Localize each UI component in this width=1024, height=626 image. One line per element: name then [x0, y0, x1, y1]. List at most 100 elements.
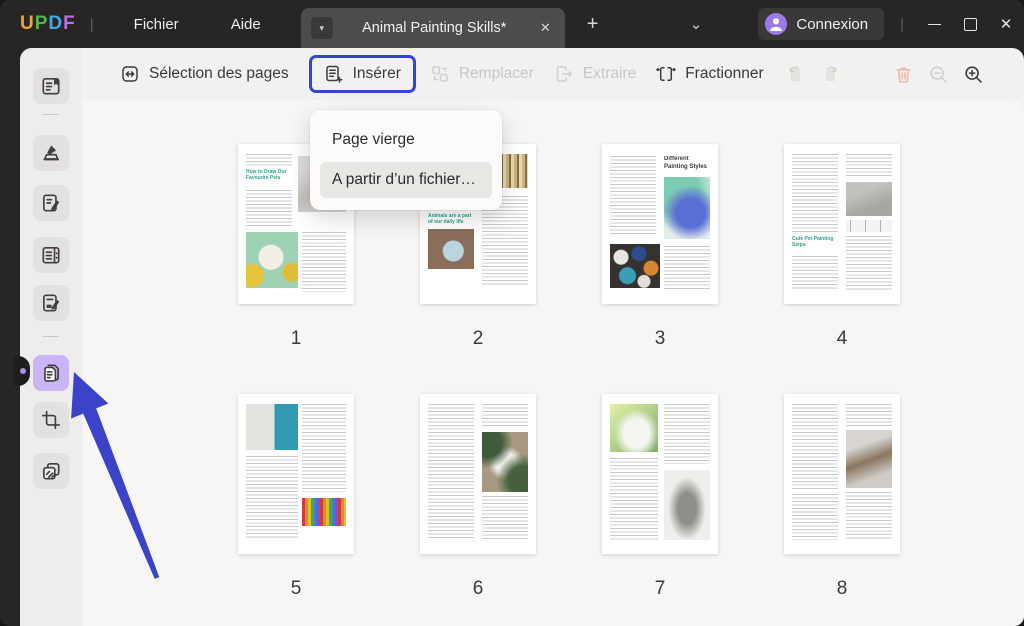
page-thumbnail-3[interactable]: Different Painting Styles: [602, 144, 718, 304]
page-number: 3: [655, 328, 666, 350]
annotate-icon: [40, 142, 62, 164]
sidebar-item-reader[interactable]: [33, 68, 69, 104]
thumb-text-block: [302, 232, 346, 292]
thumb-text-block: [664, 404, 710, 464]
maximize-button[interactable]: [952, 4, 988, 44]
page-cell: 5: [205, 388, 387, 626]
page-thumbnail-5[interactable]: [238, 394, 354, 554]
page-thumbnail-6[interactable]: [420, 394, 536, 554]
menu-item-from-file[interactable]: A partir d’un fichier…: [320, 162, 492, 198]
rainbow-pencils-photo: [302, 498, 346, 526]
page-cell: Cute Pet Painting Steps 4: [751, 138, 933, 388]
connexion-button[interactable]: Connexion: [758, 8, 884, 40]
page-cell: 7: [569, 388, 751, 626]
zoom-out-icon: [928, 64, 949, 85]
page-cell: 6: [387, 388, 569, 626]
page-number: 6: [473, 578, 484, 600]
sculpture-door-photo: [246, 404, 298, 450]
new-tab-button[interactable]: +: [579, 13, 607, 36]
page-thumbnail-4[interactable]: Cute Pet Painting Steps: [784, 144, 900, 304]
menu-aide[interactable]: Aide: [205, 8, 287, 41]
thumb-heading: Cute Pet Painting Steps: [792, 236, 838, 252]
thumb-text-block: [246, 154, 292, 166]
thumb-heading: Different Painting Styles: [664, 156, 710, 173]
logo-letter: P: [35, 13, 49, 35]
sidebar-item-forms[interactable]: [33, 237, 69, 273]
logo-letter: U: [20, 13, 35, 35]
menu-fichier[interactable]: Fichier: [108, 8, 205, 41]
horse-sketch-image: [846, 430, 892, 488]
trash-icon: [893, 64, 914, 85]
rotate-left-button: [784, 63, 806, 85]
insert-button[interactable]: Insérer: [309, 55, 416, 93]
sidebar: [20, 48, 82, 626]
sidebar-item-edit[interactable]: [33, 185, 69, 221]
page-cell: 8: [751, 388, 933, 626]
reader-icon: [40, 75, 62, 97]
thumb-text-block: [792, 256, 838, 290]
paint-pots-photo: [610, 244, 660, 288]
thumb-text-block: [846, 404, 892, 426]
extract-button: Extraire: [554, 64, 636, 84]
sidebar-divider: [43, 114, 59, 115]
thumb-text-block: [428, 404, 474, 540]
thumb-text-block: [302, 404, 346, 492]
thumb-text-block: [846, 492, 892, 540]
minimize-button[interactable]: [916, 4, 952, 44]
updf-window: U P D F | Fichier Aide ▾ Animal Painting…: [0, 0, 1024, 626]
rabbit-photo: [610, 404, 658, 452]
page-thumbnail-8[interactable]: [784, 394, 900, 554]
extract-label: Extraire: [583, 65, 636, 83]
titlebar-divider: |: [90, 16, 94, 33]
delete-page-button: [893, 64, 914, 85]
split-label: Fractionner: [685, 65, 763, 83]
thumb-heading: Animals are a part of our daily life: [428, 213, 474, 226]
titlebar: U P D F | Fichier Aide ▾ Animal Painting…: [0, 0, 1024, 48]
replace-button: Remplacer: [430, 64, 534, 84]
page-number: 4: [837, 328, 848, 350]
page-thumbnail-7[interactable]: [602, 394, 718, 554]
desk-photo: [482, 432, 528, 492]
thumb-text-block: [792, 154, 838, 232]
page-cell: Different Painting Styles 3: [569, 138, 751, 388]
rotate-right-button: [820, 63, 842, 85]
document-tab[interactable]: ▾ Animal Painting Skills* ✕: [301, 8, 565, 48]
minimize-icon: [928, 24, 941, 25]
logo-letter: F: [63, 13, 76, 35]
close-button[interactable]: ✕: [988, 4, 1024, 44]
rabbit-sketch-image: [664, 470, 710, 540]
sidebar-item-sign[interactable]: [33, 285, 69, 321]
sidebar-item-crop[interactable]: [33, 402, 69, 438]
updf-logo: U P D F: [20, 13, 76, 35]
thumb-text-block: [610, 458, 658, 540]
window-controls-divider: |: [900, 16, 904, 33]
insert-dropdown-menu: Page vierge A partir d’un fichier…: [310, 110, 502, 210]
sidebar-item-watermark[interactable]: [33, 453, 69, 489]
thumb-text-block: [792, 494, 838, 540]
page-selection-button[interactable]: Sélection des pages: [120, 64, 289, 84]
menu-item-page-vierge[interactable]: Page vierge: [320, 122, 492, 158]
split-button[interactable]: Fractionner: [656, 64, 763, 84]
edit-icon: [40, 192, 62, 214]
extract-icon: [554, 64, 574, 84]
logo-letter: D: [48, 13, 63, 35]
thumb-text-block: [482, 404, 528, 428]
tab-close-icon[interactable]: ✕: [536, 18, 555, 38]
sketch-row: [846, 220, 892, 232]
tab-title: Animal Painting Skills*: [333, 20, 536, 36]
zoom-in-button[interactable]: [963, 64, 984, 85]
tab-chevron-icon[interactable]: ▾: [311, 17, 333, 39]
avatar-icon: [765, 13, 787, 35]
insert-icon: [324, 64, 344, 84]
rotate-left-icon: [784, 63, 806, 85]
sidebar-item-organize-pages[interactable]: [33, 355, 69, 391]
replace-label: Remplacer: [459, 65, 534, 83]
collapse-toolbar-icon[interactable]: ⌄: [690, 15, 703, 33]
page-number: 2: [473, 328, 484, 350]
watermark-icon: [40, 460, 62, 482]
embroidery-photo: [246, 232, 298, 288]
thumb-text-block: [610, 156, 656, 236]
page-selection-label: Sélection des pages: [149, 65, 289, 83]
corgi-photo: [846, 182, 892, 216]
sidebar-item-annotate[interactable]: [33, 135, 69, 171]
